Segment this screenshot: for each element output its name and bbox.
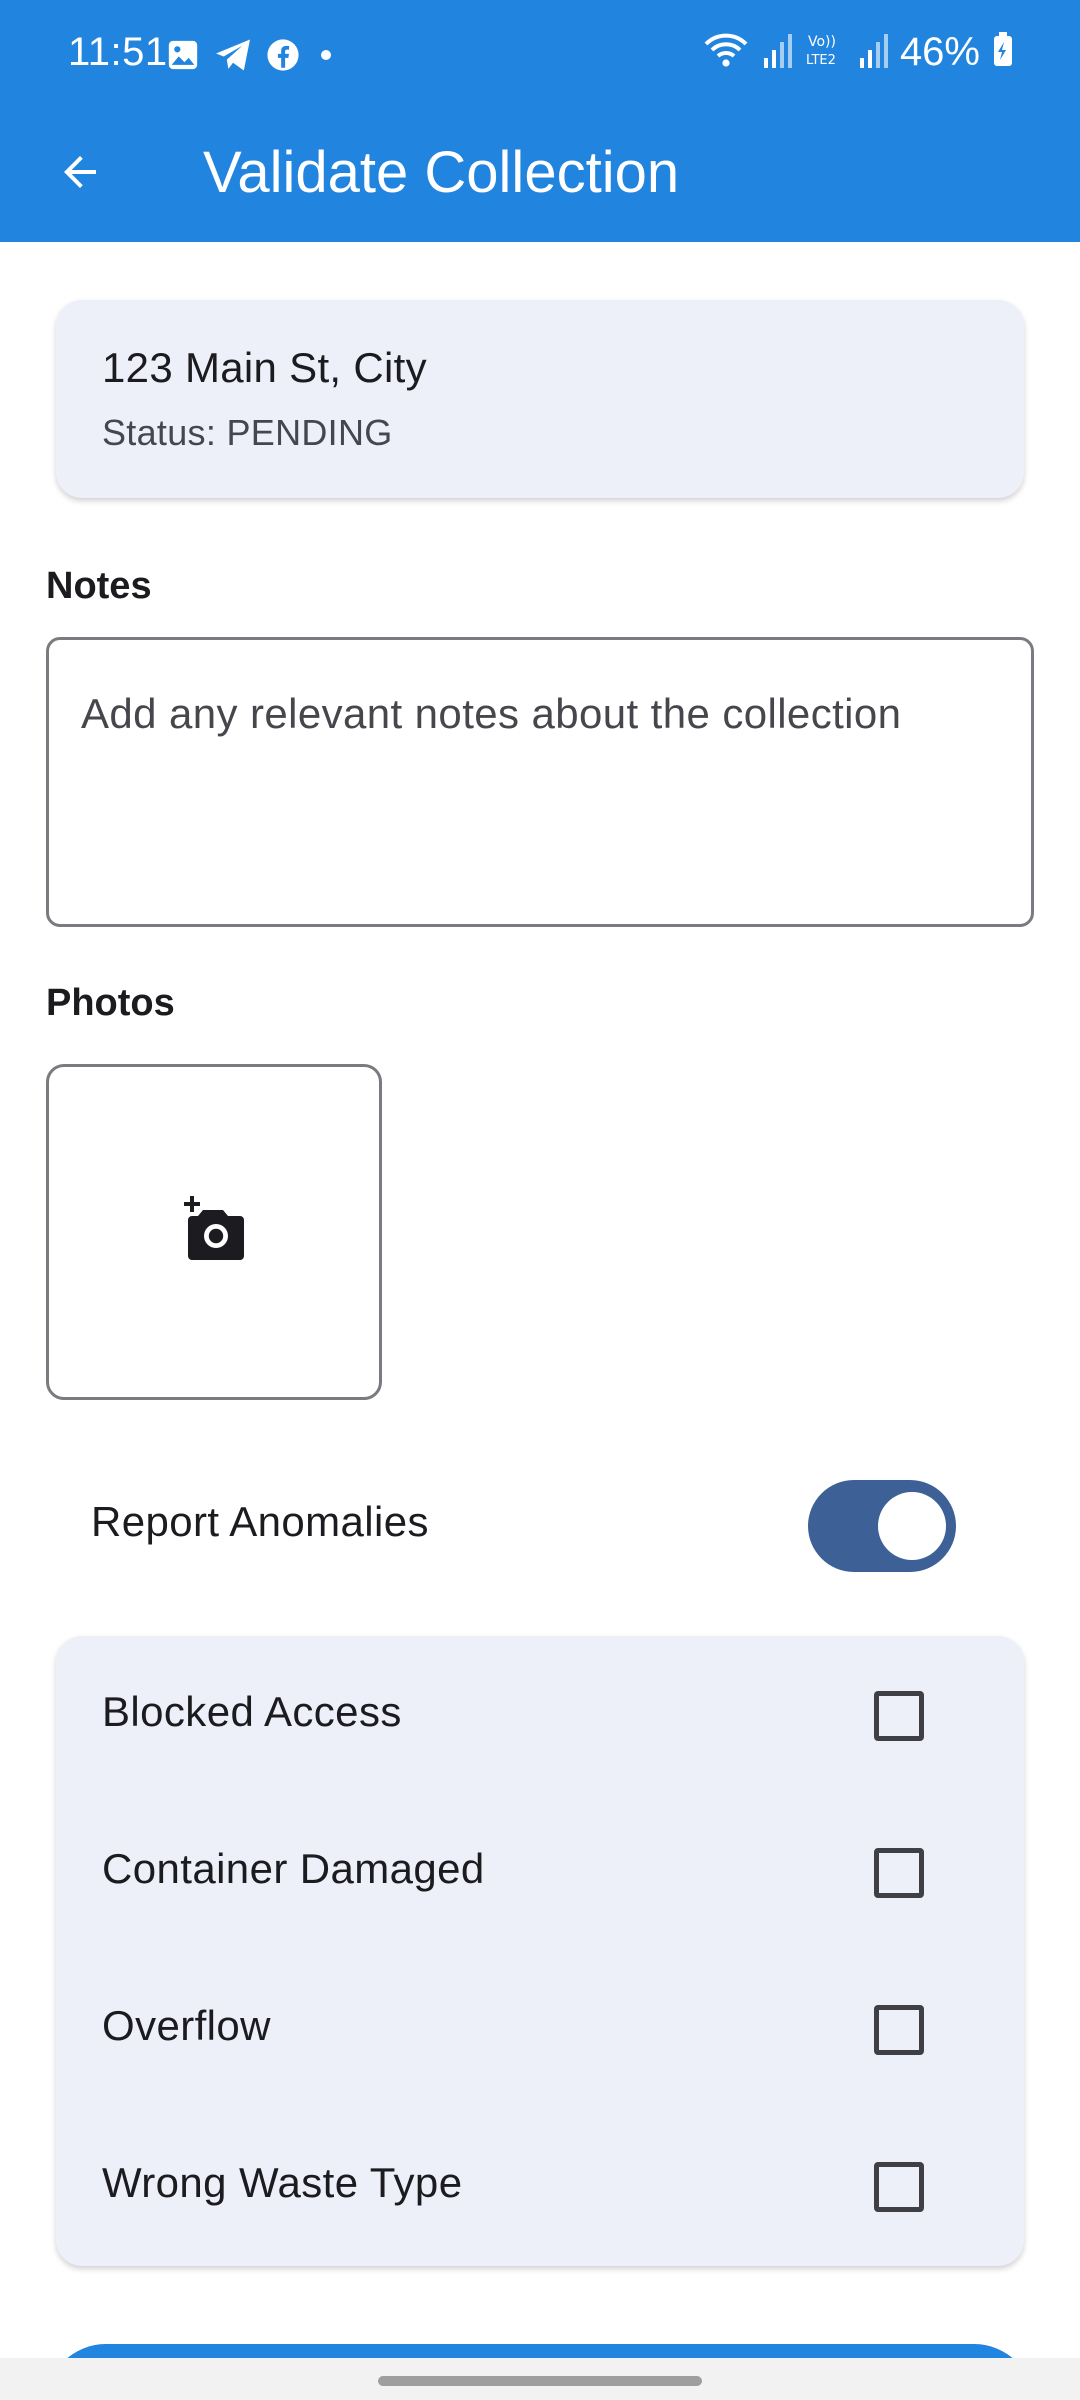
- report-anomalies-label: Report Anomalies: [91, 1498, 429, 1545]
- notes-placeholder: Add any relevant notes about the collect…: [81, 690, 902, 737]
- volte-icon: Vo)) LTE2: [804, 30, 846, 75]
- screen: 11:51 Vo)) LTE2 46% Validate Collection …: [0, 0, 1080, 2400]
- status-right: Vo)) LTE2 46%: [702, 30, 1014, 75]
- home-handle[interactable]: [378, 2376, 702, 2386]
- checkbox[interactable]: [874, 1848, 924, 1898]
- status-text: Status: PENDING: [102, 412, 393, 453]
- report-anomalies-toggle[interactable]: [808, 1480, 956, 1572]
- notes-field[interactable]: Add any relevant notes about the collect…: [46, 637, 1034, 927]
- report-anomalies-row[interactable]: Report Anomalies: [0, 1460, 1080, 1590]
- notes-label: Notes: [46, 565, 152, 607]
- checkbox[interactable]: [874, 1691, 924, 1741]
- address-text: 123 Main St, City: [102, 344, 427, 391]
- telegram-icon: [214, 38, 252, 72]
- arrow-left-icon: [56, 148, 104, 201]
- page-title: Validate Collection: [203, 140, 680, 205]
- toggle-knob: [878, 1492, 946, 1560]
- status-bar: 11:51 Vo)) LTE2 46%: [0, 0, 1080, 112]
- add-photo-icon: [178, 1195, 250, 1269]
- svg-text:LTE2: LTE2: [806, 53, 836, 68]
- photos-label: Photos: [46, 982, 175, 1024]
- checkbox-label: Container Damaged: [102, 1845, 485, 1892]
- add-photo-button[interactable]: [46, 1064, 382, 1400]
- checkbox-row-overflow[interactable]: Overflow: [56, 1950, 1024, 2100]
- battery-percent: 46%: [899, 30, 980, 74]
- svg-text:Vo)): Vo)): [808, 34, 836, 50]
- checkbox-label: Overflow: [102, 2002, 271, 2049]
- address-card: 123 Main St, City Status: PENDING: [56, 300, 1024, 498]
- checkbox-row-wrong-waste-type[interactable]: Wrong Waste Type: [56, 2107, 1024, 2257]
- anomaly-checklist: Blocked Access Container Damaged Overflo…: [56, 1636, 1024, 2266]
- checkbox-row-blocked-access[interactable]: Blocked Access: [56, 1636, 1024, 1786]
- status-time: 11:51: [68, 30, 168, 74]
- dot-icon: [314, 38, 338, 72]
- checkbox[interactable]: [874, 2005, 924, 2055]
- signal-icon: [858, 30, 888, 75]
- gallery-icon: [166, 38, 200, 72]
- navigation-bar: [0, 2358, 1080, 2400]
- top-bar: 11:51 Vo)) LTE2 46% Validate Collection: [0, 0, 1080, 242]
- facebook-icon: [266, 38, 300, 72]
- checkbox-label: Blocked Access: [102, 1688, 402, 1735]
- checkbox-label: Wrong Waste Type: [102, 2159, 463, 2206]
- wifi-icon: [702, 30, 750, 75]
- checkbox[interactable]: [874, 2162, 924, 2212]
- app-bar: Validate Collection: [0, 112, 1080, 242]
- checkbox-row-container-damaged[interactable]: Container Damaged: [56, 1793, 1024, 1943]
- back-button[interactable]: [44, 138, 116, 210]
- signal-icon: [762, 30, 792, 75]
- battery-icon: [992, 32, 1014, 73]
- notification-icons: [166, 38, 338, 72]
